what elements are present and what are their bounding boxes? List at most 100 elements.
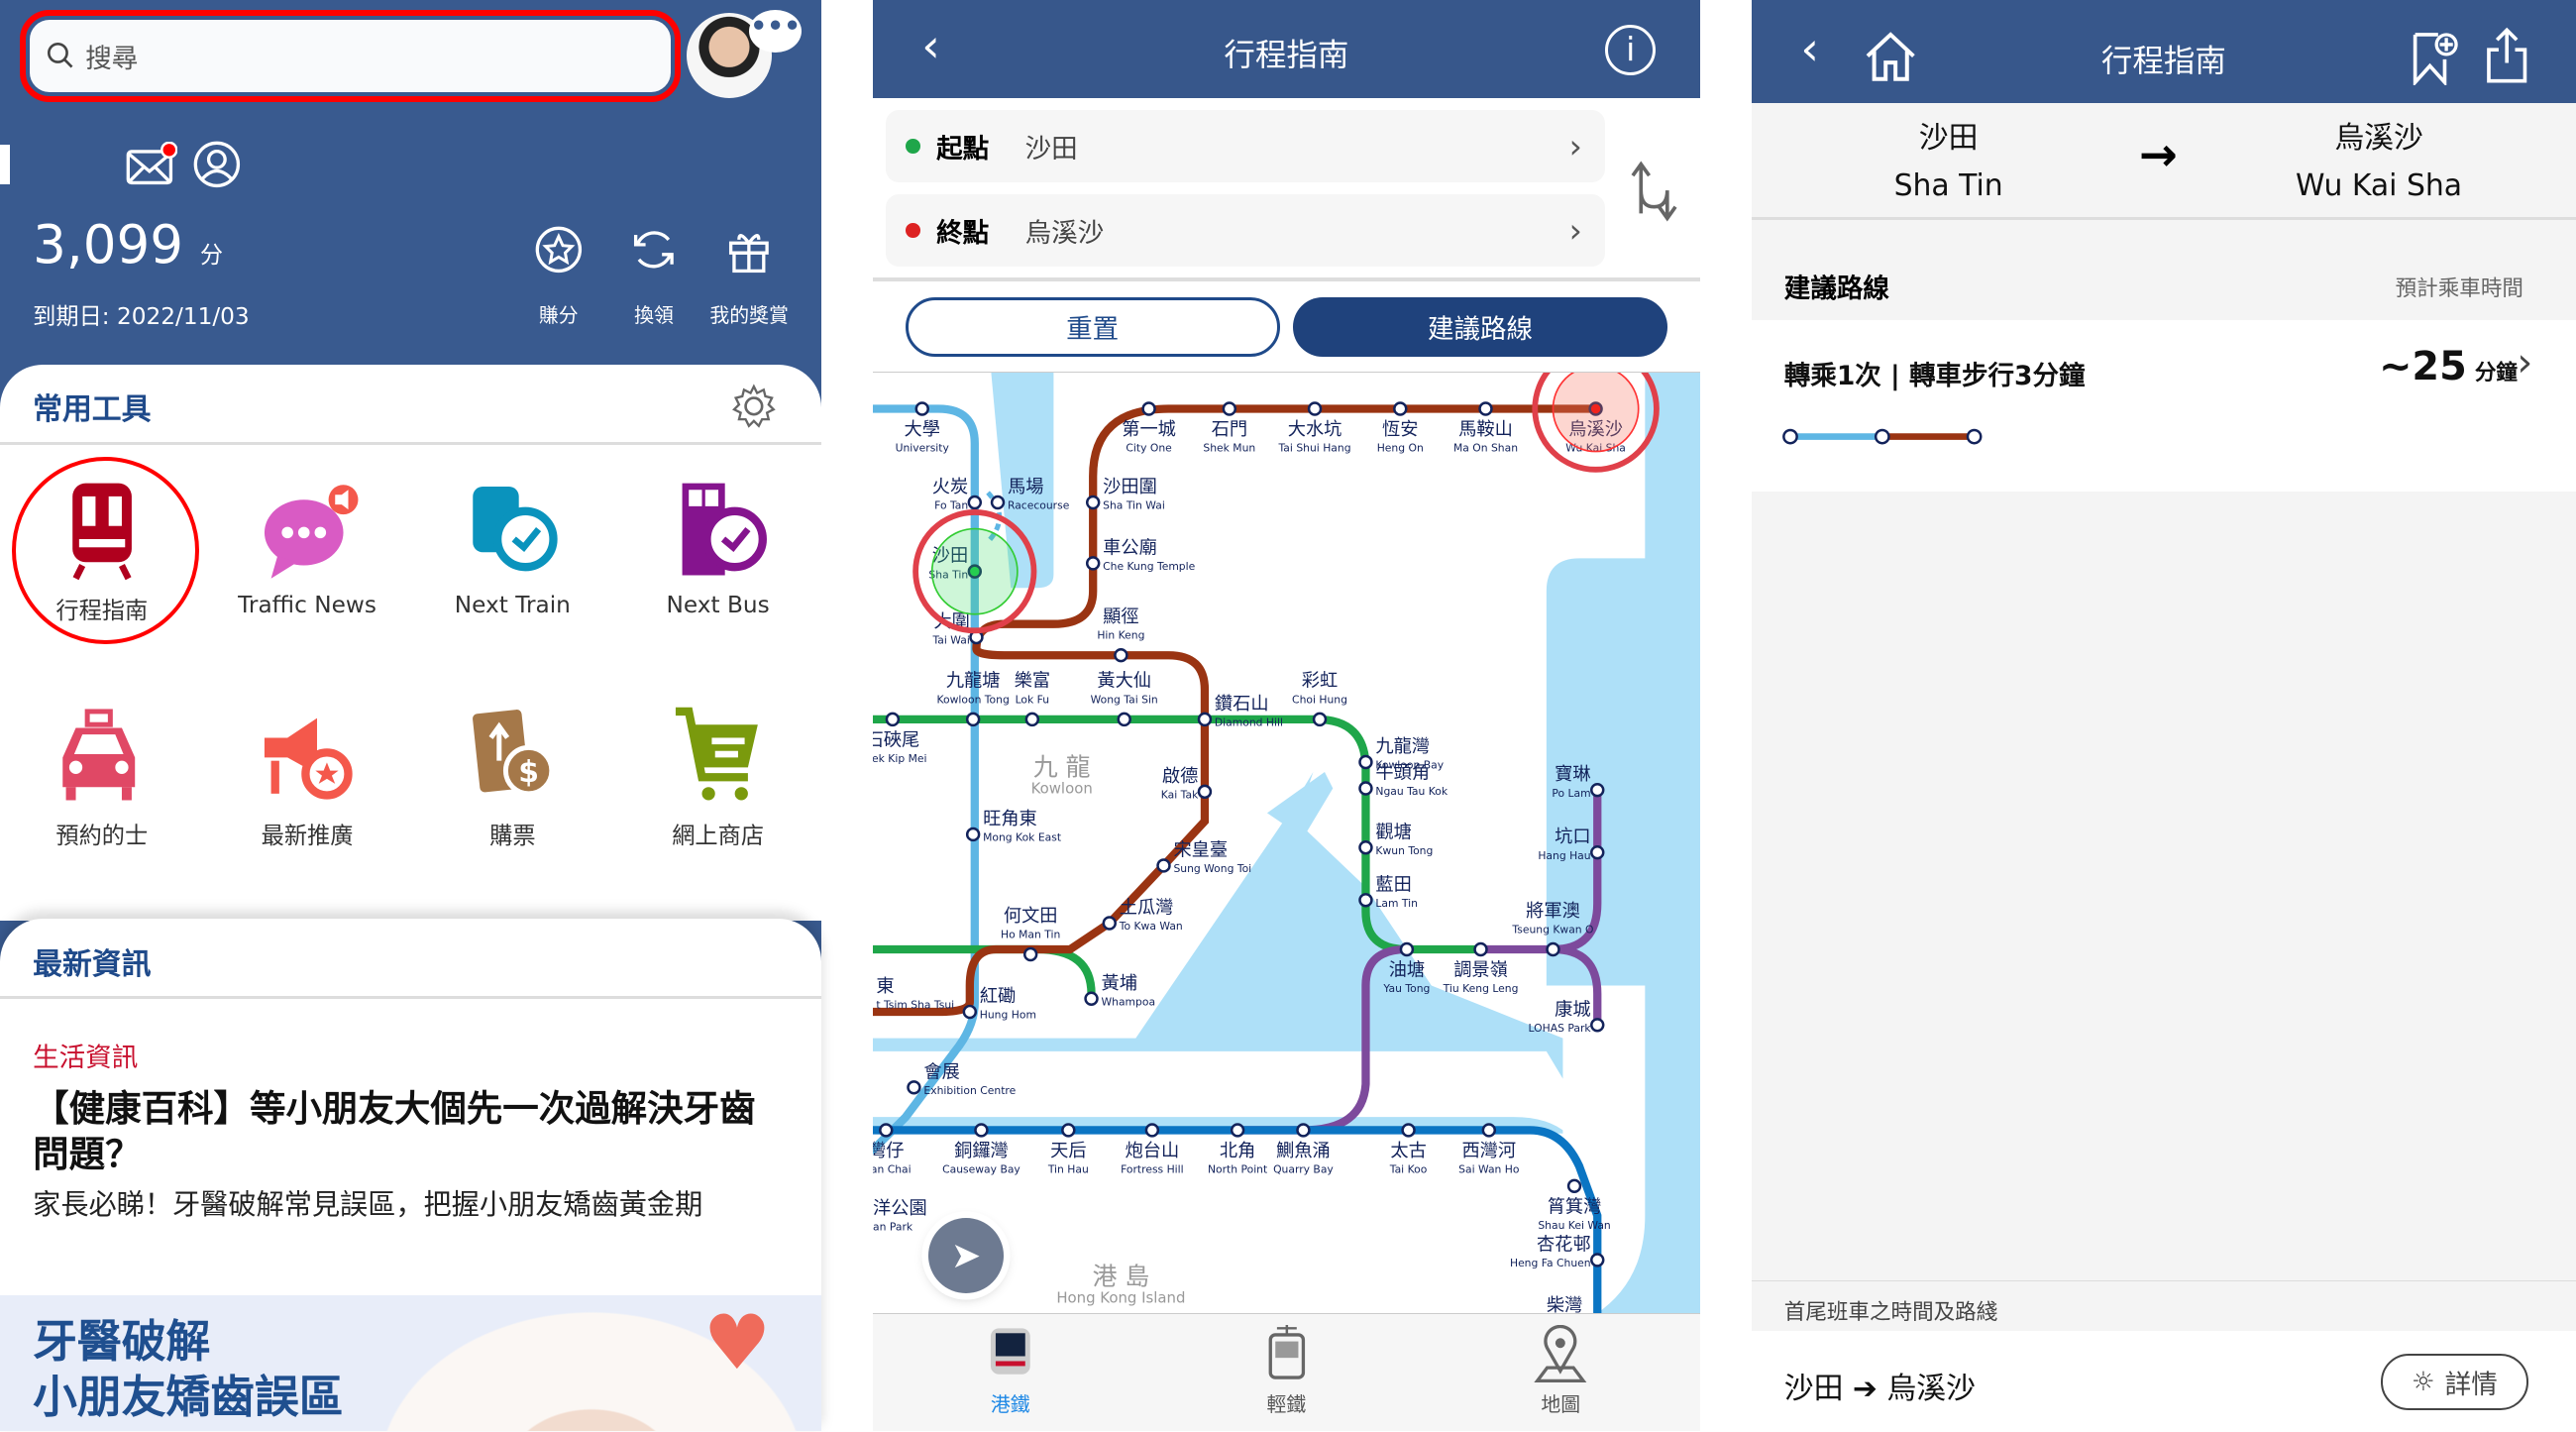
station-name-en: Tai Koo [1388,1163,1427,1176]
from-station-en: Sha Tin [1893,168,2003,204]
station-marker [885,713,900,727]
cart-icon [675,707,758,801]
action-star-circle[interactable]: 賺分 [509,225,607,328]
station-name-zh: 藍田 [1375,875,1411,896]
tab-label: 輕鐵 [1266,1393,1307,1417]
home-screen: 搜尋 ••• 3,099 分 到期日: 2022/11/03 賺分 換領 我的獎賞 … [0,0,822,1432]
destination-value: 烏溪沙 [1024,217,1105,249]
station-name-zh: 北角 [1219,1141,1254,1161]
station-marker [1357,755,1373,770]
tab-mtr-train[interactable]: 港鐵 [928,1325,1093,1418]
route-duration: ~25 分鐘 [2379,344,2518,389]
station-marker [1144,1123,1159,1139]
gear-icon[interactable] [729,382,779,431]
screenshot-root: 搜尋 ••• 3,099 分 到期日: 2022/11/03 賺分 換領 我的獎賞 … [0,0,2576,1432]
station-name-en: Exhibition Centre [923,1084,1016,1097]
station-name-en: Kowloon Tong [936,694,1009,707]
from-station: 沙田 Sha Tin [1867,115,2031,210]
station-marker [1230,1123,1244,1139]
points-value: 3,099 [33,213,184,275]
station-name-en: Po Lam [1552,787,1590,800]
section-title: 建議路線 [1783,273,1889,304]
tool-taxi[interactable]: 預約的士 [3,702,200,850]
to-station-zh: 烏溪沙 [2334,121,2423,157]
station-marker [967,496,982,510]
station-name-zh: 啟德 [1161,766,1197,787]
station-name-zh: 天后 [1050,1141,1086,1161]
tool-ticket[interactable]: $ 購票 [414,702,611,850]
bookmark-add-icon[interactable] [2409,30,2461,86]
news-headline[interactable]: 【健康百科】等小朋友大個先一次過解決牙齒問題？ [33,1086,772,1178]
news-banner[interactable]: 牙醫破解 小朋友矯齒誤區 ♥ [0,1294,822,1432]
reset-button[interactable]: 重置 [905,297,1280,357]
station-name-en: Che Kung Temple [1103,560,1195,573]
station-name-en: Hang Hau [1538,849,1590,862]
destination-field[interactable]: 終點 烏溪沙 › [885,193,1606,267]
details-button[interactable]: ☼ 詳情 [2380,1354,2528,1410]
station-name-zh: 調景嶺 [1453,960,1508,981]
share-icon[interactable] [2484,27,2529,86]
station-name-zh: 彩虹 [1301,671,1337,692]
route-option[interactable]: 轉乘1次 | 轉車步行3分鐘 ~25 分鐘 › [1751,320,2576,492]
station-name-zh: 黃埔 [1101,973,1136,994]
train-clock-icon [473,486,558,572]
first-last-title: 首尾班車之時間及路綫 [1783,1299,1998,1325]
tab-light-rail[interactable]: 輕鐵 [1204,1324,1368,1418]
origin-label: 起點 [936,134,990,165]
chevron-right-icon: › [1568,210,1582,250]
action-refresh[interactable]: 換領 [604,225,702,328]
route-result-screen: ‹ 行程指南 沙田 Sha Tin → 烏溪沙 Wu Kai Sha 建議路線 預計… [1751,0,2576,1432]
station-marker [990,496,1005,510]
profile-icon[interactable] [192,140,242,189]
station-name-en: Lam Tin [1375,897,1418,910]
heart-icon: ♥ [702,1297,772,1386]
station-marker [965,827,980,842]
tool-bus-clock[interactable]: Next Bus [619,477,816,618]
station-name-en: Ho Man Tin [1001,929,1060,941]
header: ‹ 行程指南 [1751,0,2576,104]
station-name-en: Wong Tai Sin [1090,694,1157,707]
tool-train-clock[interactable]: Next Train [414,477,611,618]
bus-clock-icon [682,483,767,576]
tool-label: 預約的士 [55,823,149,850]
station-name-zh: 石硤尾 [873,730,919,751]
station-marker [965,713,980,727]
search-input[interactable]: 搜尋 [18,8,682,103]
news-card: 最新資訊 生活資訊 【健康百科】等小朋友大個先一次過解決牙齒問題？ 家長必睇！牙… [0,918,822,1432]
station-name-en: Yau Tong [1382,983,1430,996]
station-marker [1357,840,1373,855]
station-name-zh: 將軍澳 [1526,901,1580,922]
station-name-zh: 灣仔 [873,1141,904,1161]
mtr-network-map[interactable]: 烏溪沙Wu Kai Sha馬鞍山Ma On Shan恆安Heng On大水坑Ta… [872,373,1701,1315]
swap-icon[interactable] [1628,158,1680,223]
search-icon [48,43,73,68]
locate-me-button[interactable]: ➤ [927,1217,1005,1293]
station-name-zh: 杏花邨 [1536,1235,1590,1256]
action-label: 換領 [634,303,674,327]
action-gift[interactable]: 我的獎賞 [699,225,798,328]
station-name-zh: 寶琳 [1555,765,1590,786]
station-name-en: University [895,442,949,455]
station-name-zh: 油塘 [1388,960,1424,981]
inbox-icon[interactable] [125,141,178,187]
tool-chat-bubble[interactable]: Traffic News [209,477,406,618]
tool-megaphone[interactable]: 最新推廣 [209,702,406,850]
station-name-en: Tai Wai [931,634,969,647]
duration-value: ~25 [2379,343,2467,389]
station-name-zh: 石門 [1211,419,1246,440]
chat-dots-icon[interactable]: ••• [749,9,803,54]
origin-value: 沙田 [1024,134,1078,165]
station-name-zh: 黃大仙 [1097,671,1151,692]
station-name-zh: 車公廟 [1103,538,1157,559]
station-name-zh: 九龍塘 [945,671,1000,692]
tab-map-pin[interactable]: 地圖 [1478,1324,1643,1418]
station-name-zh: 樂富 [1014,671,1049,692]
station-name-en: Kwun Tong [1375,844,1433,857]
station-name-en: Racecourse [1007,499,1069,512]
suggest-route-button[interactable]: 建議路線 [1292,297,1668,357]
origin-field[interactable]: 起點 沙田 › [885,110,1606,183]
station-name-en: Tseung Kwan O [1511,924,1593,936]
tool-cart[interactable]: 網上商店 [619,702,816,850]
district-label: 九 龍 [1032,753,1090,782]
station-name-en: Diamond Hill [1214,716,1282,729]
